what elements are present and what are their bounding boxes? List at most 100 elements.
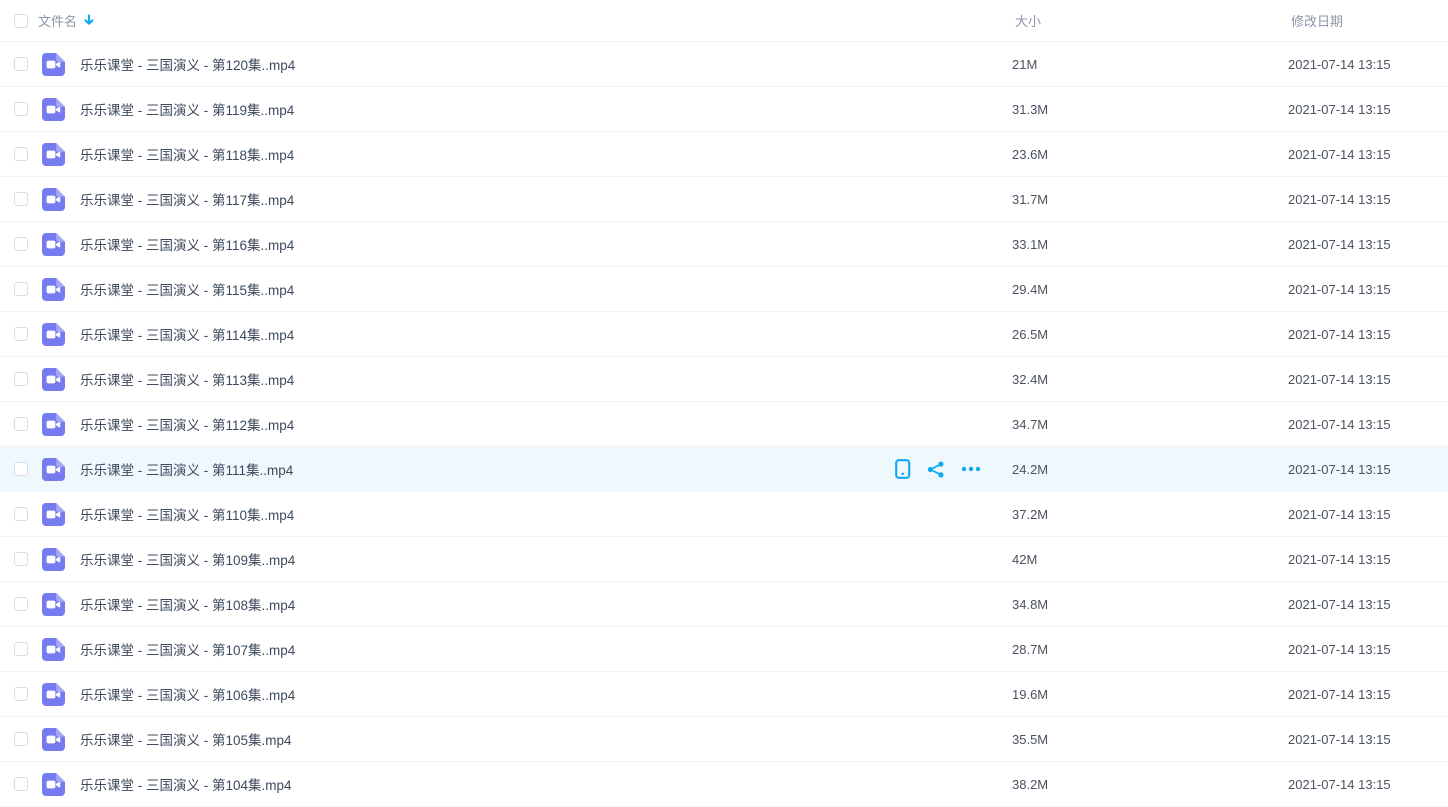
file-size: 28.7M: [1012, 641, 1049, 657]
row-checkbox[interactable]: [14, 372, 28, 386]
file-name[interactable]: 乐乐课堂 - 三国演义 - 第115集..mp4: [80, 279, 294, 299]
row-checkbox[interactable]: [14, 282, 28, 296]
table-row[interactable]: 乐乐课堂 - 三国演义 - 第110集..mp4 37.2M 2021-07-1…: [0, 492, 1448, 537]
file-name[interactable]: 乐乐课堂 - 三国演义 - 第106集..mp4: [80, 684, 295, 704]
row-checkbox[interactable]: [14, 597, 28, 611]
row-checkbox-cell: [14, 777, 28, 791]
row-checkbox-cell: [14, 687, 28, 701]
file-name-cell: 乐乐课堂 - 三国演义 - 第118集..mp4: [80, 144, 1012, 164]
select-all-cell: [14, 13, 28, 28]
file-name[interactable]: 乐乐课堂 - 三国演义 - 第120集..mp4: [80, 54, 295, 74]
row-checkbox-cell: [14, 147, 28, 161]
send-to-device-button[interactable]: [895, 459, 911, 479]
table-row[interactable]: 乐乐课堂 - 三国演义 - 第120集..mp4 21M 2021-07-14 …: [0, 42, 1448, 87]
file-name[interactable]: 乐乐课堂 - 三国演义 - 第105集.mp4: [80, 729, 292, 749]
video-file-icon: [42, 52, 65, 76]
file-date: 2021-07-14 13:15: [1288, 551, 1391, 567]
file-size: 37.2M: [1012, 506, 1049, 522]
file-name[interactable]: 乐乐课堂 - 三国演义 - 第117集..mp4: [80, 189, 294, 209]
file-name[interactable]: 乐乐课堂 - 三国演义 - 第118集..mp4: [80, 144, 294, 164]
row-checkbox-cell: [14, 417, 28, 431]
sort-descending-icon[interactable]: [83, 14, 95, 27]
more-actions-button[interactable]: [961, 466, 981, 472]
video-file-icon: [42, 772, 65, 796]
table-row[interactable]: 乐乐课堂 - 三国演义 - 第114集..mp4 26.5M 2021-07-1…: [0, 312, 1448, 357]
file-name[interactable]: 乐乐课堂 - 三国演义 - 第111集..mp4: [80, 459, 293, 479]
file-name-cell: 乐乐课堂 - 三国演义 - 第108集..mp4: [80, 594, 1012, 614]
video-file-icon: [42, 367, 65, 391]
row-checkbox[interactable]: [14, 687, 28, 701]
file-date: 2021-07-14 13:15: [1288, 191, 1391, 207]
table-row[interactable]: 乐乐课堂 - 三国演义 - 第104集.mp4 38.2M 2021-07-14…: [0, 762, 1448, 807]
row-checkbox[interactable]: [14, 327, 28, 341]
video-file-icon: [42, 187, 65, 211]
select-all-checkbox[interactable]: [14, 13, 28, 28]
table-row[interactable]: 乐乐课堂 - 三国演义 - 第108集..mp4 34.8M 2021-07-1…: [0, 582, 1448, 627]
file-date: 2021-07-14 13:15: [1288, 731, 1391, 747]
file-date: 2021-07-14 13:15: [1288, 56, 1391, 72]
column-header-filename: 文件名: [38, 11, 1012, 30]
video-file-icon: [42, 637, 65, 661]
row-checkbox[interactable]: [14, 642, 28, 656]
row-checkbox-cell: [14, 642, 28, 656]
file-date: 2021-07-14 13:15: [1288, 776, 1391, 792]
row-checkbox[interactable]: [14, 462, 28, 476]
table-row[interactable]: 乐乐课堂 - 三国演义 - 第112集..mp4 34.7M 2021-07-1…: [0, 402, 1448, 447]
file-name[interactable]: 乐乐课堂 - 三国演义 - 第119集..mp4: [80, 99, 294, 119]
file-name[interactable]: 乐乐课堂 - 三国演义 - 第104集.mp4: [80, 774, 292, 794]
file-size: 24.2M: [1012, 461, 1049, 477]
row-actions: [895, 459, 981, 479]
table-row[interactable]: 乐乐课堂 - 三国演义 - 第105集.mp4 35.5M 2021-07-14…: [0, 717, 1448, 762]
file-name[interactable]: 乐乐课堂 - 三国演义 - 第109集..mp4: [80, 549, 295, 569]
row-checkbox[interactable]: [14, 777, 28, 791]
row-checkbox[interactable]: [14, 57, 28, 71]
row-checkbox[interactable]: [14, 732, 28, 746]
file-name[interactable]: 乐乐课堂 - 三国演义 - 第114集..mp4: [80, 324, 294, 344]
file-name[interactable]: 乐乐课堂 - 三国演义 - 第107集..mp4: [80, 639, 295, 659]
file-date: 2021-07-14 13:15: [1288, 236, 1391, 252]
row-checkbox[interactable]: [14, 102, 28, 116]
table-row[interactable]: 乐乐课堂 - 三国演义 - 第117集..mp4 31.7M 2021-07-1…: [0, 177, 1448, 222]
table-row[interactable]: 乐乐课堂 - 三国演义 - 第107集..mp4 28.7M 2021-07-1…: [0, 627, 1448, 672]
file-name-cell: 乐乐课堂 - 三国演义 - 第115集..mp4: [80, 279, 1012, 299]
row-checkbox[interactable]: [14, 147, 28, 161]
table-row[interactable]: 乐乐课堂 - 三国演义 - 第109集..mp4 42M 2021-07-14 …: [0, 537, 1448, 582]
filename-column-label[interactable]: 文件名: [38, 11, 77, 30]
file-date: 2021-07-14 13:15: [1288, 281, 1391, 297]
file-name-cell: 乐乐课堂 - 三国演义 - 第119集..mp4: [80, 99, 1012, 119]
share-button[interactable]: [927, 461, 945, 478]
file-size: 33.1M: [1012, 236, 1049, 252]
file-name[interactable]: 乐乐课堂 - 三国演义 - 第112集..mp4: [80, 414, 294, 434]
table-header: 文件名 大小 修改日期: [0, 0, 1448, 42]
video-file-icon: [42, 232, 65, 256]
file-name-cell: 乐乐课堂 - 三国演义 - 第105集.mp4: [80, 729, 1012, 749]
row-checkbox[interactable]: [14, 417, 28, 431]
column-header-size[interactable]: 大小: [1012, 11, 1288, 30]
file-name[interactable]: 乐乐课堂 - 三国演义 - 第108集..mp4: [80, 594, 295, 614]
row-checkbox[interactable]: [14, 507, 28, 521]
video-file-icon: [42, 682, 65, 706]
row-checkbox[interactable]: [14, 552, 28, 566]
table-row[interactable]: 乐乐课堂 - 三国演义 - 第106集..mp4 19.6M 2021-07-1…: [0, 672, 1448, 717]
row-checkbox[interactable]: [14, 192, 28, 206]
table-row[interactable]: 乐乐课堂 - 三国演义 - 第119集..mp4 31.3M 2021-07-1…: [0, 87, 1448, 132]
video-file-icon: [42, 592, 65, 616]
video-file-icon: [42, 97, 65, 121]
file-name-cell: 乐乐课堂 - 三国演义 - 第110集..mp4: [80, 504, 1012, 524]
column-header-date[interactable]: 修改日期: [1288, 11, 1448, 30]
row-checkbox[interactable]: [14, 237, 28, 251]
file-name-cell: 乐乐课堂 - 三国演义 - 第114集..mp4: [80, 324, 1012, 344]
file-size: 34.8M: [1012, 596, 1049, 612]
row-checkbox-cell: [14, 462, 28, 476]
table-row[interactable]: 乐乐课堂 - 三国演义 - 第113集..mp4 32.4M 2021-07-1…: [0, 357, 1448, 402]
table-row[interactable]: 乐乐课堂 - 三国演义 - 第116集..mp4 33.1M 2021-07-1…: [0, 222, 1448, 267]
table-row[interactable]: 乐乐课堂 - 三国演义 - 第115集..mp4 29.4M 2021-07-1…: [0, 267, 1448, 312]
file-name[interactable]: 乐乐课堂 - 三国演义 - 第110集..mp4: [80, 504, 294, 524]
table-row[interactable]: 乐乐课堂 - 三国演义 - 第118集..mp4 23.6M 2021-07-1…: [0, 132, 1448, 177]
video-file-icon: [42, 277, 65, 301]
table-row[interactable]: 乐乐课堂 - 三国演义 - 第111集..mp4 24.2M 2021-07-1…: [0, 447, 1448, 492]
file-name[interactable]: 乐乐课堂 - 三国演义 - 第113集..mp4: [80, 369, 294, 389]
file-size: 35.5M: [1012, 731, 1049, 747]
file-size: 23.6M: [1012, 146, 1049, 162]
file-name[interactable]: 乐乐课堂 - 三国演义 - 第116集..mp4: [80, 234, 294, 254]
